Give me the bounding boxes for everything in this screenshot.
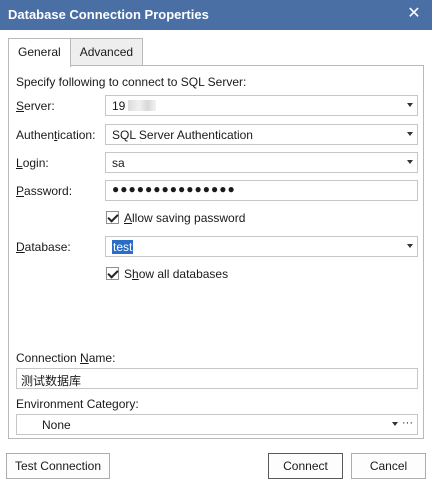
database-selected-text: test [112, 240, 134, 254]
server-label: Server: [16, 99, 55, 113]
authentication-value: SQL Server Authentication [112, 128, 253, 142]
instruction-text: Specify following to connect to SQL Serv… [16, 75, 247, 89]
show-all-databases-label[interactable]: Show all databases [124, 267, 228, 281]
login-combobox[interactable]: sa [105, 152, 418, 173]
connect-button[interactable]: Connect [268, 453, 343, 479]
show-all-databases-checkbox[interactable] [106, 267, 119, 280]
title-bar: Database Connection Properties ✕ [0, 0, 432, 30]
window-title: Database Connection Properties [8, 7, 209, 22]
test-connection-button[interactable]: Test Connection [6, 453, 110, 479]
cancel-button[interactable]: Cancel [351, 453, 426, 479]
server-value: 19 [112, 99, 157, 113]
chevron-down-icon[interactable] [407, 244, 413, 248]
chevron-down-icon[interactable] [407, 132, 413, 136]
login-label: Login: [16, 156, 49, 170]
tab-general[interactable]: General [8, 38, 71, 67]
database-value: test [112, 240, 134, 254]
allow-saving-password-label[interactable]: Allow saving password [124, 211, 245, 225]
general-panel: Specify following to connect to SQL Serv… [8, 65, 424, 439]
close-icon[interactable]: ✕ [404, 4, 424, 24]
chevron-down-icon[interactable] [407, 103, 413, 107]
connection-name-input[interactable]: 测试数据库 [16, 368, 418, 389]
authentication-select[interactable]: SQL Server Authentication [105, 124, 418, 145]
database-combobox[interactable]: test [105, 236, 418, 257]
chevron-down-icon[interactable] [407, 160, 413, 164]
more-options-icon[interactable]: ··· [402, 417, 413, 429]
environment-category-label: Environment Category: [16, 397, 139, 411]
authentication-label: Authentication: [16, 128, 96, 142]
tab-strip: General Advanced [8, 38, 144, 67]
environment-category-select[interactable]: None ··· [16, 414, 418, 435]
chevron-down-icon[interactable] [392, 422, 398, 426]
tab-advanced[interactable]: Advanced [69, 38, 144, 66]
password-label: Password: [16, 184, 73, 198]
connection-name-label: Connection Name: [16, 351, 116, 365]
allow-saving-password-checkbox[interactable] [106, 211, 119, 224]
server-combobox[interactable]: 19 [105, 95, 418, 116]
login-value: sa [112, 156, 125, 170]
password-value: ●●●●●●●●●●●●●●● [112, 182, 236, 196]
redacted-blur [128, 100, 157, 111]
environment-category-value: None [42, 418, 71, 432]
password-field[interactable]: ●●●●●●●●●●●●●●● [105, 180, 418, 201]
database-label: Database: [16, 240, 71, 254]
connection-name-value: 测试数据库 [21, 374, 82, 388]
